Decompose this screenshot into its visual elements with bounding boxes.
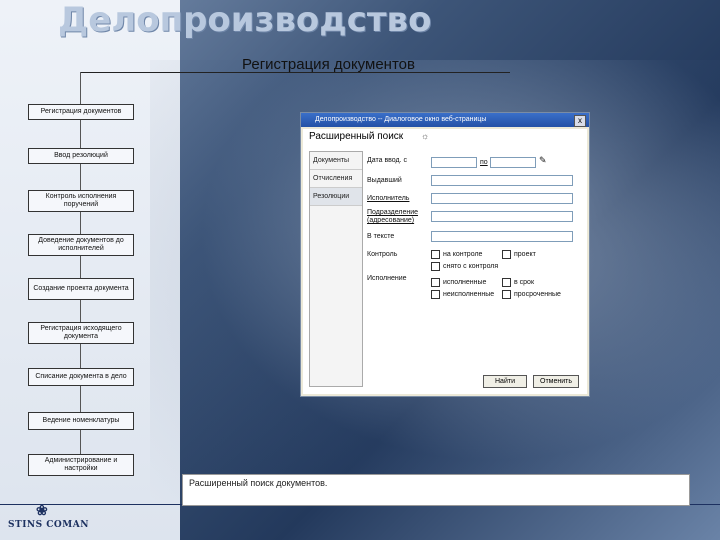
flow-step-outgoing: Регистрация исходящего документа [28, 322, 134, 344]
text-label: В тексте [367, 233, 395, 240]
find-button[interactable]: Найти [483, 375, 527, 388]
cancel-button[interactable]: Отменить [533, 375, 579, 388]
checkbox-overdue[interactable]: просроченные [502, 290, 561, 299]
slide-title: Делопроизводство [58, 0, 432, 40]
slide-subtitle: Регистрация документов [242, 56, 415, 73]
checkbox-label: исполненные [443, 279, 487, 286]
checkbox-label: неисполненные [443, 291, 495, 298]
stins-coman-logo: STINS COMAN [8, 520, 89, 530]
checkbox-box [431, 262, 440, 271]
checkbox-on-control[interactable]: на контроле [431, 250, 482, 259]
department-label: Подразделение (адресование) [367, 209, 419, 224]
tab-documents[interactable]: Документы [310, 152, 362, 170]
execution-label: Исполнение [367, 275, 407, 282]
checkbox-not-executed[interactable]: неисполненные [431, 290, 494, 299]
search-dialog: Делопроизводство -- Диалоговое окно веб-… [300, 112, 590, 397]
checkbox-box [502, 290, 511, 299]
date-label: Дата ввод. с [367, 157, 408, 164]
checkbox-box [431, 250, 440, 259]
checkbox-label: в срок [514, 279, 535, 286]
flow-step-draft: Создание проекта документа [28, 278, 134, 300]
checkbox-draft[interactable]: проект [502, 250, 536, 259]
flow-step-control: Контроль исполнения поручений [28, 190, 134, 212]
control-label: Контроль [367, 251, 398, 258]
checkbox-box [502, 250, 511, 259]
checkbox-executed[interactable]: исполненные [431, 278, 486, 287]
flow-step-nomenclature: Ведение номенклатуры [28, 412, 134, 430]
subtitle-underline [80, 72, 510, 73]
checkbox-box [502, 278, 511, 287]
close-button[interactable]: x [574, 115, 586, 127]
text-input[interactable] [431, 231, 573, 242]
checkbox-on-time[interactable]: в срок [502, 278, 534, 287]
flow-step-delivery: Доведение документов до исполнителей [28, 234, 134, 256]
stins-coman-logo-icon: ❀ [36, 502, 48, 518]
author-input[interactable] [431, 175, 573, 186]
flow-step-filing: Списание документа в дело [28, 368, 134, 386]
tab-resolutions[interactable]: Резолюции [310, 188, 362, 206]
date-to-input[interactable] [490, 157, 536, 168]
checkbox-removed-control[interactable]: снято с контроля [431, 262, 498, 271]
department-input[interactable] [431, 211, 573, 222]
date-to-label: по [480, 159, 488, 166]
checkbox-label: проект [514, 251, 536, 258]
dialog-body: Расширенный поиск ☼ Документы Отчисления… [303, 129, 587, 394]
checkbox-label: просроченные [514, 291, 561, 298]
dialog-title: Делопроизводство -- Диалоговое окно веб-… [315, 116, 487, 123]
tab-list: Документы Отчисления Резолюции [309, 151, 363, 387]
calendar-icon[interactable]: ✎ [539, 155, 547, 166]
checkbox-label: снято с контроля [443, 263, 499, 270]
date-from-input[interactable] [431, 157, 477, 168]
flow-step-resolutions: Ввод резолюций [28, 148, 134, 164]
checkbox-box [431, 290, 440, 299]
tab-deductions[interactable]: Отчисления [310, 170, 362, 188]
checkbox-label: на контроле [443, 251, 483, 258]
flow-step-admin: Администрирование и настройки [28, 454, 134, 476]
dialog-heading: Расширенный поиск [309, 131, 404, 142]
executor-input[interactable] [431, 193, 573, 204]
executor-label: Исполнитель [367, 195, 410, 202]
flow-step-registration: Регистрация документов [28, 104, 134, 120]
help-icon[interactable]: ☼ [421, 131, 429, 141]
checkbox-box [431, 278, 440, 287]
flow-connector-line [80, 72, 81, 462]
author-label: Выдавший [367, 177, 402, 184]
dialog-titlebar: Делопроизводство -- Диалоговое окно веб-… [301, 113, 589, 127]
caption-box: Расширенный поиск документов. [182, 474, 690, 506]
